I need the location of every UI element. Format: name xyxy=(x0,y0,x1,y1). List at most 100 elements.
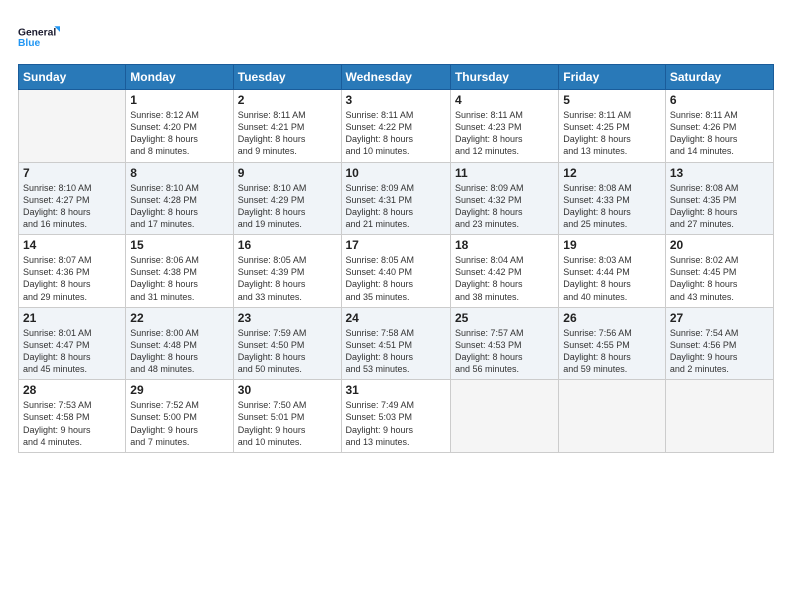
day-number: 23 xyxy=(238,311,337,325)
calendar-cell: 15Sunrise: 8:06 AM Sunset: 4:38 PM Dayli… xyxy=(126,235,233,308)
day-number: 24 xyxy=(346,311,446,325)
day-number: 31 xyxy=(346,383,446,397)
day-number: 11 xyxy=(455,166,554,180)
calendar-cell: 14 Sunrise: 8:07 AM Sunset: 4:36 PM Dayli… xyxy=(19,235,126,308)
day-number: 6 xyxy=(670,93,769,107)
day-info: Sunrise: 8:00 AM Sunset: 4:48 PM Dayligh… xyxy=(130,327,228,376)
calendar-cell: 8 Sunrise: 8:10 AM Sunset: 4:28 PM Daylig… xyxy=(126,162,233,235)
day-info: Sunrise: 7:49 AM Sunset: 5:03 PM Dayligh… xyxy=(346,399,446,448)
day-number: 12 xyxy=(563,166,661,180)
day-info: Sunrise: 7:57 AM Sunset: 4:53 PM Dayligh… xyxy=(455,327,554,376)
calendar-cell: 5 Sunrise: 8:11 AM Sunset: 4:25 PM Daylig… xyxy=(559,90,666,163)
day-number: 4 xyxy=(455,93,554,107)
calendar-cell: 22 Sunrise: 8:00 AM Sunset: 4:48 PM Dayli… xyxy=(126,307,233,380)
day-info: Sunrise: 8:10 AM Sunset: 4:28 PM Dayligh… xyxy=(130,182,228,231)
calendar-cell: 24 Sunrise: 7:58 AM Sunset: 4:51 PM Dayli… xyxy=(341,307,450,380)
day-info: Sunrise: 8:08 AM Sunset: 4:33 PM Dayligh… xyxy=(563,182,661,231)
day-number: 10 xyxy=(346,166,446,180)
calendar-cell: 13 Sunrise: 8:08 AM Sunset: 4:35 PM Dayli… xyxy=(665,162,773,235)
day-info: Sunrise: 8:10 AM Sunset: 4:27 PM Dayligh… xyxy=(23,182,121,231)
day-number: 21 xyxy=(23,311,121,325)
calendar-cell: 10Sunrise: 8:09 AM Sunset: 4:31 PM Dayli… xyxy=(341,162,450,235)
day-info: Sunrise: 7:52 AM Sunset: 5:00 PM Dayligh… xyxy=(130,399,228,448)
calendar-cell xyxy=(450,380,558,453)
calendar-cell: 18 Sunrise: 8:04 AM Sunset: 4:42 PM Dayli… xyxy=(450,235,558,308)
day-info: Sunrise: 8:11 AM Sunset: 4:23 PM Dayligh… xyxy=(455,109,554,158)
day-info: Sunrise: 8:05 AM Sunset: 4:40 PM Dayligh… xyxy=(346,254,446,303)
day-info: Sunrise: 8:07 AM Sunset: 4:36 PM Dayligh… xyxy=(23,254,121,303)
weekday-header-thursday: Thursday xyxy=(450,65,558,90)
weekday-header-sunday: Sunday xyxy=(19,65,126,90)
day-number: 8 xyxy=(130,166,228,180)
svg-text:Blue: Blue xyxy=(18,38,41,49)
calendar: SundayMondayTuesdayWednesdayThursdayFrid… xyxy=(18,64,774,453)
day-number: 20 xyxy=(670,238,769,252)
calendar-cell: 6Sunrise: 8:11 AM Sunset: 4:26 PM Daylig… xyxy=(665,90,773,163)
day-info: Sunrise: 8:12 AM Sunset: 4:20 PM Dayligh… xyxy=(130,109,228,158)
calendar-cell: 1 Sunrise: 8:12 AM Sunset: 4:20 PM Daylig… xyxy=(126,90,233,163)
day-number: 18 xyxy=(455,238,554,252)
calendar-cell: 9Sunrise: 8:10 AM Sunset: 4:29 PM Daylig… xyxy=(233,162,341,235)
calendar-week-row: 21Sunrise: 8:01 AM Sunset: 4:47 PM Dayli… xyxy=(19,307,774,380)
calendar-cell: 26Sunrise: 7:56 AM Sunset: 4:55 PM Dayli… xyxy=(559,307,666,380)
calendar-cell: 29 Sunrise: 7:52 AM Sunset: 5:00 PM Dayli… xyxy=(126,380,233,453)
calendar-cell: 25Sunrise: 7:57 AM Sunset: 4:53 PM Dayli… xyxy=(450,307,558,380)
calendar-cell: 12 Sunrise: 8:08 AM Sunset: 4:33 PM Dayli… xyxy=(559,162,666,235)
calendar-cell: 23Sunrise: 7:59 AM Sunset: 4:50 PM Dayli… xyxy=(233,307,341,380)
calendar-cell: 20 Sunrise: 8:02 AM Sunset: 4:45 PM Dayli… xyxy=(665,235,773,308)
calendar-week-row: 14 Sunrise: 8:07 AM Sunset: 4:36 PM Dayli… xyxy=(19,235,774,308)
calendar-cell: 2 Sunrise: 8:11 AM Sunset: 4:21 PM Daylig… xyxy=(233,90,341,163)
day-number: 22 xyxy=(130,311,228,325)
calendar-cell: 31 Sunrise: 7:49 AM Sunset: 5:03 PM Dayli… xyxy=(341,380,450,453)
day-number: 19 xyxy=(563,238,661,252)
day-info: Sunrise: 8:11 AM Sunset: 4:22 PM Dayligh… xyxy=(346,109,446,158)
day-number: 28 xyxy=(23,383,121,397)
calendar-header-row: SundayMondayTuesdayWednesdayThursdayFrid… xyxy=(19,65,774,90)
calendar-cell: 17 Sunrise: 8:05 AM Sunset: 4:40 PM Dayli… xyxy=(341,235,450,308)
calendar-week-row: 7 Sunrise: 8:10 AM Sunset: 4:27 PM Daylig… xyxy=(19,162,774,235)
day-info: Sunrise: 8:06 AM Sunset: 4:38 PM Dayligh… xyxy=(130,254,228,303)
day-info: Sunrise: 7:56 AM Sunset: 4:55 PM Dayligh… xyxy=(563,327,661,376)
day-info: Sunrise: 8:08 AM Sunset: 4:35 PM Dayligh… xyxy=(670,182,769,231)
page: General Blue SundayMondayTuesdayWednesda… xyxy=(0,0,792,612)
day-info: Sunrise: 8:04 AM Sunset: 4:42 PM Dayligh… xyxy=(455,254,554,303)
day-info: Sunrise: 8:11 AM Sunset: 4:25 PM Dayligh… xyxy=(563,109,661,158)
day-info: Sunrise: 8:02 AM Sunset: 4:45 PM Dayligh… xyxy=(670,254,769,303)
svg-text:General: General xyxy=(18,28,56,39)
day-number: 27 xyxy=(670,311,769,325)
calendar-cell xyxy=(665,380,773,453)
day-number: 16 xyxy=(238,238,337,252)
weekday-header-wednesday: Wednesday xyxy=(341,65,450,90)
calendar-cell: 19 Sunrise: 8:03 AM Sunset: 4:44 PM Dayli… xyxy=(559,235,666,308)
logo: General Blue xyxy=(18,18,60,56)
day-info: Sunrise: 8:09 AM Sunset: 4:32 PM Dayligh… xyxy=(455,182,554,231)
calendar-cell: 4 Sunrise: 8:11 AM Sunset: 4:23 PM Daylig… xyxy=(450,90,558,163)
day-number: 1 xyxy=(130,93,228,107)
day-number: 13 xyxy=(670,166,769,180)
calendar-cell xyxy=(19,90,126,163)
day-number: 3 xyxy=(346,93,446,107)
day-info: Sunrise: 8:11 AM Sunset: 4:21 PM Dayligh… xyxy=(238,109,337,158)
calendar-week-row: 1 Sunrise: 8:12 AM Sunset: 4:20 PM Daylig… xyxy=(19,90,774,163)
calendar-cell: 16 Sunrise: 8:05 AM Sunset: 4:39 PM Dayli… xyxy=(233,235,341,308)
day-number: 14 xyxy=(23,238,121,252)
day-number: 17 xyxy=(346,238,446,252)
calendar-cell xyxy=(559,380,666,453)
calendar-cell: 21Sunrise: 8:01 AM Sunset: 4:47 PM Dayli… xyxy=(19,307,126,380)
header: General Blue xyxy=(18,18,774,56)
calendar-cell: 27Sunrise: 7:54 AM Sunset: 4:56 PM Dayli… xyxy=(665,307,773,380)
day-number: 7 xyxy=(23,166,121,180)
calendar-cell: 28 Sunrise: 7:53 AM Sunset: 4:58 PM Dayli… xyxy=(19,380,126,453)
calendar-week-row: 28 Sunrise: 7:53 AM Sunset: 4:58 PM Dayli… xyxy=(19,380,774,453)
weekday-header-monday: Monday xyxy=(126,65,233,90)
calendar-cell: 11 Sunrise: 8:09 AM Sunset: 4:32 PM Dayli… xyxy=(450,162,558,235)
day-info: Sunrise: 7:50 AM Sunset: 5:01 PM Dayligh… xyxy=(238,399,337,448)
day-info: Sunrise: 8:03 AM Sunset: 4:44 PM Dayligh… xyxy=(563,254,661,303)
day-number: 29 xyxy=(130,383,228,397)
day-info: Sunrise: 8:05 AM Sunset: 4:39 PM Dayligh… xyxy=(238,254,337,303)
day-info: Sunrise: 7:53 AM Sunset: 4:58 PM Dayligh… xyxy=(23,399,121,448)
day-info: Sunrise: 7:58 AM Sunset: 4:51 PM Dayligh… xyxy=(346,327,446,376)
day-number: 5 xyxy=(563,93,661,107)
calendar-cell: 30Sunrise: 7:50 AM Sunset: 5:01 PM Dayli… xyxy=(233,380,341,453)
day-number: 2 xyxy=(238,93,337,107)
